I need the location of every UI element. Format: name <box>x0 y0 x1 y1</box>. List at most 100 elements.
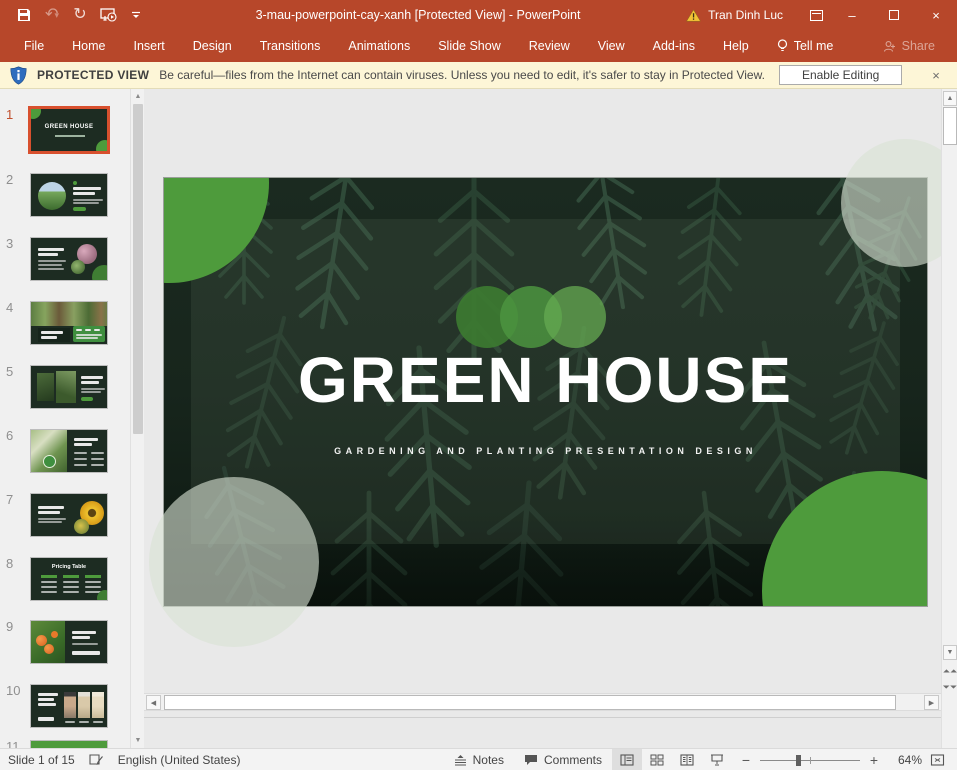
tab-add-ins[interactable]: Add-ins <box>639 30 709 62</box>
zoom-slider[interactable] <box>760 754 860 766</box>
thumbnail-art <box>37 373 54 401</box>
undo-icon[interactable]: ↶▾ <box>38 0 66 30</box>
language-indicator[interactable]: English (United States) <box>118 753 241 767</box>
slide-thumbnail-2[interactable] <box>30 173 108 217</box>
thumbnail-art <box>73 199 103 201</box>
thumbnail-panel-scrollbar[interactable]: ▲ ▼ <box>130 89 144 748</box>
tab-insert[interactable]: Insert <box>120 30 179 62</box>
scroll-down-icon[interactable]: ▼ <box>943 645 957 660</box>
scroll-up-icon[interactable]: ▲ <box>943 91 957 106</box>
slide-thumbnail-9[interactable] <box>30 620 108 664</box>
slide-indicator[interactable]: Slide 1 of 15 <box>8 753 75 767</box>
scroll-down-icon[interactable]: ▼ <box>132 734 144 747</box>
tab-review[interactable]: Review <box>515 30 584 62</box>
slide-show-view-button[interactable] <box>702 749 732 770</box>
slide-sorter-view-button[interactable] <box>642 749 672 770</box>
scroll-right-icon[interactable]: ▶ <box>924 695 939 710</box>
lightbulb-icon <box>777 39 788 53</box>
maximize-button[interactable] <box>873 0 915 30</box>
slide-thumbnail-4[interactable] <box>30 301 108 345</box>
zoom-controls: − + 64% <box>732 752 930 768</box>
thumbnail-art <box>41 591 57 593</box>
vertical-scrollbar-thumb[interactable] <box>943 107 957 145</box>
slide-thumbnail-8[interactable]: Pricing Table <box>30 557 108 601</box>
slide-editor-canvas[interactable]: GREEN HOUSE GARDENING AND PLANTING PRESE… <box>144 89 941 748</box>
thumbnail-number: 6 <box>6 428 13 443</box>
thumbnail-art <box>85 575 101 578</box>
share-person-icon <box>883 40 896 53</box>
close-button[interactable]: × <box>915 0 957 30</box>
horizontal-scrollbar-thumb[interactable] <box>164 695 896 710</box>
reading-view-button[interactable] <box>672 749 702 770</box>
thumbnail-art <box>38 521 62 523</box>
tab-slide-show[interactable]: Slide Show <box>424 30 515 62</box>
tab-transitions[interactable]: Transitions <box>246 30 335 62</box>
tell-me-box[interactable]: Tell me <box>763 39 848 53</box>
thumbnail-art <box>38 260 66 262</box>
slide-thumbnail-5[interactable] <box>30 365 108 409</box>
ribbon-display-options-icon[interactable] <box>801 0 831 30</box>
slide-subtitle-text[interactable]: GARDENING AND PLANTING PRESENTATION DESI… <box>164 446 927 456</box>
status-bar: Slide 1 of 15 English (United States) No… <box>0 748 957 770</box>
slide-thumbnail-3[interactable] <box>30 237 108 281</box>
thumbnail-art <box>43 455 56 468</box>
customize-qat-icon[interactable] <box>122 0 150 30</box>
scroll-left-icon[interactable]: ◀ <box>146 695 161 710</box>
save-icon[interactable] <box>10 0 38 30</box>
fit-slide-to-window-icon[interactable] <box>930 753 945 767</box>
thumbnail-art <box>44 644 54 654</box>
minimize-button[interactable]: – <box>831 0 873 30</box>
slide-thumbnail-6[interactable] <box>30 429 108 473</box>
share-button[interactable]: Share <box>883 39 935 53</box>
notes-toggle[interactable]: Notes <box>444 749 514 770</box>
tab-design[interactable]: Design <box>179 30 246 62</box>
thumbnail-art <box>41 336 57 339</box>
slide-thumbnail-10[interactable] <box>30 684 108 728</box>
slide-thumbnail-1[interactable]: GREEN HOUSE <box>30 108 108 152</box>
banner-close-icon[interactable]: × <box>927 68 945 83</box>
tab-file[interactable]: File <box>10 30 58 62</box>
account-block[interactable]: Tran Dinh Luc <box>686 8 783 22</box>
tab-animations[interactable]: Animations <box>334 30 424 62</box>
scrollbar-thumb[interactable] <box>133 104 143 434</box>
thumbnail-art <box>73 202 99 204</box>
thumbnail-art <box>41 586 57 588</box>
thumbnail-art <box>91 452 104 454</box>
thumbnail-number: 9 <box>6 619 13 634</box>
thumbnail-art <box>81 381 99 384</box>
thumbnail-art <box>85 329 91 331</box>
thumbnail-title: Pricing Table <box>31 564 107 570</box>
horizontal-scrollbar[interactable]: ◀ ▶ <box>144 693 941 711</box>
thumbnail-art <box>38 182 66 210</box>
enable-editing-button[interactable]: Enable Editing <box>779 65 902 85</box>
thumbnail-art <box>81 391 101 393</box>
zoom-in-icon[interactable]: + <box>868 752 880 768</box>
thumbnail-art <box>51 631 58 638</box>
tab-home[interactable]: Home <box>58 30 119 62</box>
slide-thumbnail-7[interactable] <box>30 493 108 537</box>
zoom-out-icon[interactable]: − <box>740 752 752 768</box>
slide-title-text[interactable]: GREEN HOUSE <box>164 343 927 417</box>
next-slide-button[interactable]: ⏷⏷ <box>943 680 957 695</box>
notes-pane-splitter[interactable] <box>144 717 941 718</box>
zoom-slider-thumb[interactable] <box>796 755 801 766</box>
banner-label: PROTECTED VIEW <box>37 68 149 82</box>
thumbnail-art <box>73 207 86 211</box>
thumbnail-art <box>38 717 54 721</box>
redo-icon[interactable]: ↻ <box>66 0 94 30</box>
tab-help[interactable]: Help <box>709 30 763 62</box>
slide-thumbnail-11[interactable] <box>30 740 108 748</box>
zoom-percentage[interactable]: 64% <box>888 753 922 767</box>
spellcheck-icon[interactable] <box>89 753 104 766</box>
comments-toggle[interactable]: Comments <box>514 749 612 770</box>
start-from-beginning-icon[interactable] <box>94 0 122 30</box>
vertical-scrollbar[interactable]: ▲ ▼ ⏶⏶ ⏷⏷ <box>941 89 957 748</box>
scroll-up-icon[interactable]: ▲ <box>132 90 144 103</box>
tab-view[interactable]: View <box>584 30 639 62</box>
thumbnail-art <box>81 388 105 390</box>
quick-access-toolbar: ↶▾ ↻ <box>0 0 150 30</box>
previous-slide-button[interactable]: ⏶⏶ <box>943 664 957 679</box>
slide-thumbnail-panel: 1 GREEN HOUSE 2 3 <box>0 89 130 748</box>
normal-view-button[interactable] <box>612 749 642 770</box>
thumbnail-art <box>72 643 98 645</box>
